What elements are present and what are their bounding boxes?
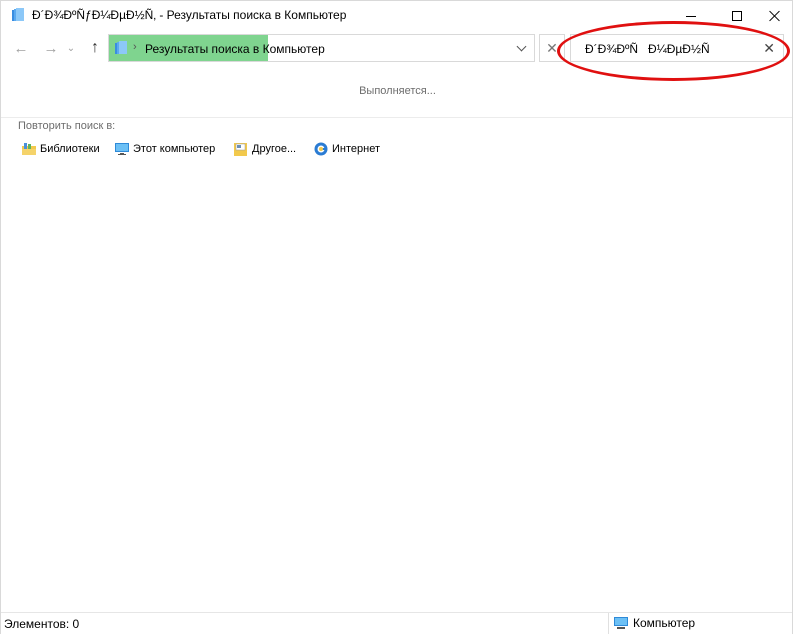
title-bar[interactable]: Ð´Ð¾ÐºÑƒÐ¼ÐµÐ½Ñ‚ - Результаты поиска в К… xyxy=(1,1,792,31)
search-results-icon xyxy=(10,7,26,23)
scope-this-pc-link[interactable]: Этот компьютер xyxy=(114,140,215,158)
status-location: Компьютер xyxy=(613,616,695,630)
window-title: Ð´Ð¾ÐºÑƒÐ¼ÐµÐ½Ñ‚ - Результаты поиска в К… xyxy=(32,8,347,22)
stop-search-button[interactable]: ✕ xyxy=(539,34,565,62)
recent-locations-button[interactable]: ⌄ xyxy=(64,38,78,58)
scope-label: Этот компьютер xyxy=(133,143,216,155)
up-button[interactable]: ↑ xyxy=(85,38,105,58)
explorer-window: Ð´Ð¾ÐºÑƒÐ¼ÐµÐ½Ñ‚ - Результаты поиска в К… xyxy=(0,0,793,634)
breadcrumb[interactable]: Результаты поиска в Компьютер xyxy=(145,42,325,56)
scope-label: Интернет xyxy=(332,143,380,155)
close-icon xyxy=(769,10,781,22)
forward-button[interactable]: → xyxy=(41,38,61,58)
address-bar[interactable]: › Результаты поиска в Компьютер xyxy=(108,34,535,62)
arrow-left-icon: ← xyxy=(13,39,29,57)
item-count: Элементов: 0 xyxy=(4,617,80,631)
close-button[interactable] xyxy=(752,1,793,31)
status-bar: Элементов: 0 Компьютер xyxy=(1,612,792,634)
computer-icon xyxy=(114,141,130,157)
repeat-search-label: Повторить поиск в: xyxy=(18,120,116,132)
computer-icon xyxy=(613,616,629,630)
maximize-icon xyxy=(732,11,742,21)
minimize-icon xyxy=(686,15,696,17)
scope-label: Другое... xyxy=(252,143,297,155)
divider xyxy=(1,117,792,118)
search-status-text: Выполняется... xyxy=(359,85,436,97)
scope-label: Библиотеки xyxy=(40,143,100,155)
search-results-icon xyxy=(113,40,129,56)
scope-libraries-link[interactable]: Библиотеки xyxy=(21,140,100,158)
arrow-up-icon: ↑ xyxy=(91,39,99,56)
folder-other-icon xyxy=(233,141,249,157)
search-box[interactable]: Ð´Ð¾ÐºÑ Ð¼ÐµÐ½Ñ ✕ xyxy=(570,34,784,62)
chevron-down-icon: ⌄ xyxy=(66,42,76,54)
internet-icon xyxy=(313,141,329,157)
arrow-right-icon: → xyxy=(43,39,59,57)
chevron-down-icon xyxy=(516,41,526,51)
breadcrumb-chevron-icon[interactable]: › xyxy=(133,41,137,53)
libraries-icon xyxy=(21,141,37,157)
back-button[interactable]: ← xyxy=(11,38,31,58)
scope-other-link[interactable]: Другое... xyxy=(233,140,296,158)
minimize-button[interactable] xyxy=(668,1,714,31)
status-divider xyxy=(608,613,609,634)
search-input[interactable]: Ð´Ð¾ÐºÑ Ð¼ÐµÐ½Ñ xyxy=(585,42,710,56)
navigation-bar: ← → ⌄ ↑ › Результаты поиска в Компьютер … xyxy=(1,32,792,64)
clear-search-icon[interactable]: ✕ xyxy=(763,40,775,57)
address-dropdown-button[interactable] xyxy=(514,40,528,56)
scope-internet-link[interactable]: Интернет xyxy=(313,140,380,158)
close-icon: ✕ xyxy=(546,39,558,56)
status-location-label: Компьютер xyxy=(633,616,696,630)
